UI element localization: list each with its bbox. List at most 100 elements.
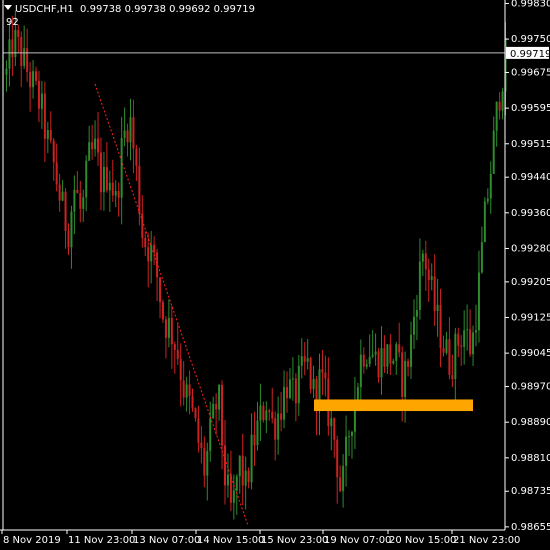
candle-body — [40, 93, 43, 109]
candle-body — [26, 48, 29, 72]
candle-body — [498, 101, 501, 111]
candle-body — [23, 48, 26, 66]
candle-body — [300, 356, 303, 366]
candle-body — [297, 365, 300, 404]
candle-body — [395, 344, 398, 361]
candle-body — [49, 130, 52, 141]
candle-body — [8, 39, 11, 69]
candle-body — [159, 277, 162, 302]
candle-body — [244, 470, 247, 486]
candle-body — [197, 418, 200, 443]
candle — [483, 197, 486, 243]
candle-body — [135, 148, 138, 166]
candle-body — [223, 445, 226, 486]
candle-body — [37, 80, 40, 109]
candle-body — [303, 356, 306, 362]
candle-body — [91, 142, 94, 150]
candle-body — [291, 378, 294, 380]
candle-body — [200, 442, 203, 448]
y-tick-label: 0.98735 — [511, 486, 550, 497]
candle-body — [70, 211, 73, 248]
candle-body — [132, 117, 135, 149]
candle-body — [418, 261, 421, 310]
x-tick-label: 14 Nov 15:00 — [197, 535, 264, 546]
candle-body — [288, 379, 291, 399]
candle-body — [209, 418, 212, 451]
support-zone — [314, 399, 473, 412]
candle-body — [144, 238, 147, 248]
candle-body — [206, 450, 209, 476]
candle-body — [489, 173, 492, 199]
candle-body — [167, 318, 170, 338]
y-tick-label: 0.99360 — [511, 208, 550, 219]
sub-label: 92 — [6, 17, 19, 28]
dropdown-triangle-icon[interactable] — [4, 5, 12, 10]
candle-body — [321, 369, 324, 373]
y-tick-label: 0.99515 — [511, 139, 550, 150]
candle-body — [212, 403, 215, 419]
candle-body — [52, 140, 55, 163]
candle-body — [232, 490, 235, 503]
candle-body — [46, 130, 49, 139]
candle-body — [253, 434, 256, 446]
y-tick-label: 0.98970 — [511, 382, 550, 393]
y-tick-label: 0.99280 — [511, 243, 550, 254]
candle-body — [492, 130, 495, 174]
candle-body — [120, 138, 123, 198]
candle-body — [194, 408, 197, 419]
candle-body — [339, 477, 342, 491]
candle-body — [191, 395, 194, 409]
price-chart[interactable]: 0.99830 0.99750 0.99675 0.99595 0.99515 0.994… — [0, 0, 550, 550]
candle-body — [389, 344, 392, 364]
candle-body — [333, 418, 336, 440]
candle-body — [469, 329, 472, 355]
candle-body — [486, 198, 489, 202]
candle-body — [472, 332, 475, 355]
candle-body — [99, 152, 102, 193]
candle-body — [235, 476, 238, 491]
chart-header: USDCHF,H1 0.99738 0.99738 0.99692 0.9971… — [4, 4, 255, 16]
candle-body — [477, 272, 480, 331]
candle-body — [262, 405, 265, 421]
candle-body — [82, 197, 85, 209]
candle-body — [407, 360, 410, 367]
candle-body — [350, 431, 353, 437]
candle-body — [79, 192, 82, 209]
candle-body — [64, 191, 67, 231]
candle-body — [161, 301, 164, 320]
y-tick-label: 0.99440 — [511, 172, 550, 183]
x-tick-label: 20 Nov 15:00 — [389, 535, 456, 546]
candle-body — [430, 276, 433, 280]
candle-body — [20, 37, 23, 66]
candle-body — [5, 68, 8, 75]
candle-body — [179, 358, 182, 381]
candle-body — [306, 358, 309, 362]
candle-body — [466, 329, 469, 331]
candle-body — [250, 434, 253, 483]
candle-body — [365, 364, 368, 367]
candle-body — [277, 413, 280, 440]
x-tick-label: 21 Nov 23:00 — [453, 535, 520, 546]
x-tick-label: 11 Nov 23:00 — [68, 535, 135, 546]
candle-body — [309, 358, 312, 390]
candle-body — [374, 351, 377, 355]
candle-body — [102, 167, 105, 193]
y-tick-label: 0.99125 — [511, 313, 550, 324]
y-tick-label: 0.99750 — [511, 34, 550, 45]
candle-body — [460, 345, 463, 347]
candle-body — [380, 348, 383, 378]
candle-body — [342, 465, 345, 491]
candle-body — [111, 182, 114, 196]
candle-body — [138, 165, 141, 214]
candle-body — [76, 189, 79, 193]
candle-body — [439, 304, 442, 349]
candle-body — [377, 351, 380, 378]
candle-body — [412, 316, 415, 335]
candle-body — [182, 380, 185, 398]
x-tick-label: 8 Nov 2019 — [3, 535, 61, 546]
candle-body — [410, 334, 413, 367]
candle-body — [356, 387, 359, 401]
y-tick-label: 0.99045 — [511, 348, 550, 359]
candle-body — [495, 101, 498, 131]
candle-body — [11, 39, 14, 58]
